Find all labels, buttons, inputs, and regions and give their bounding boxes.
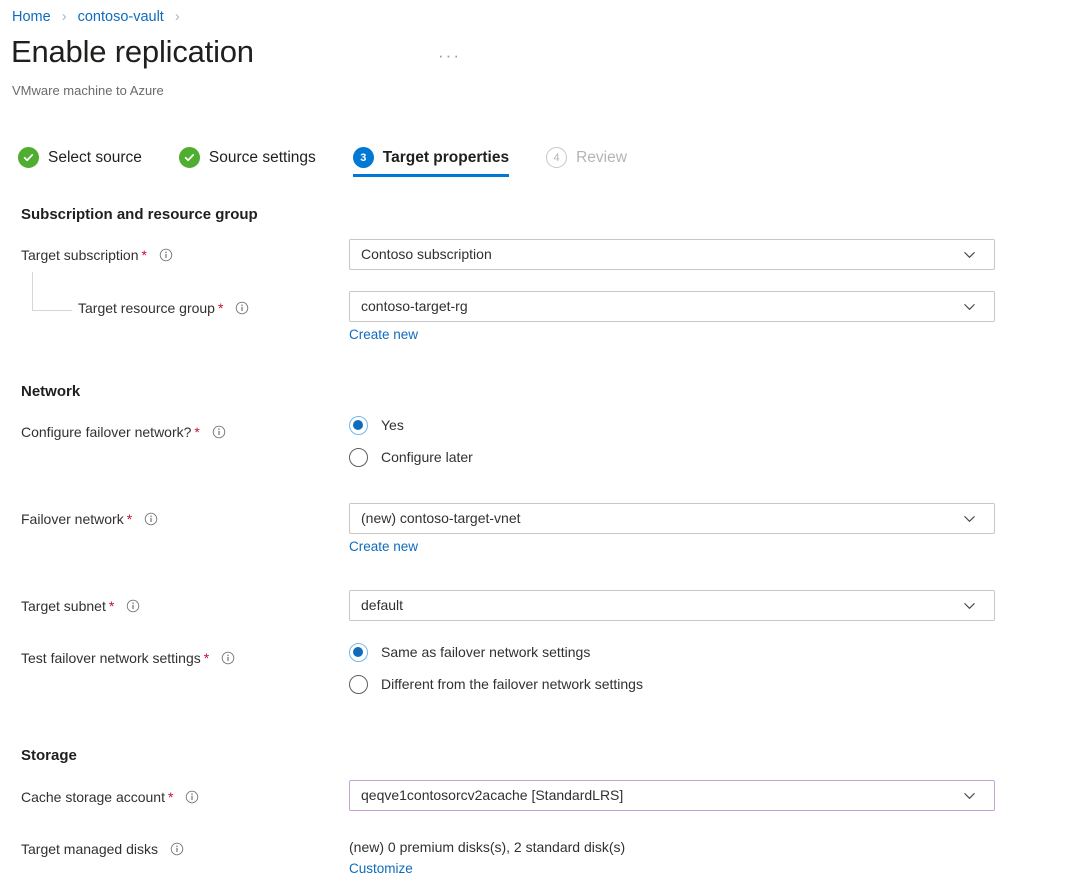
breadcrumb-item-home[interactable]: Home (12, 9, 51, 25)
target-subscription-dropdown[interactable]: Contoso subscription (349, 239, 995, 270)
check-circle-icon (179, 147, 200, 168)
dropdown-value: qeqve1contosorcv2acache [StandardLRS] (361, 786, 962, 805)
label-text: Target subscription (21, 247, 139, 263)
dropdown-value: (new) contoso-target-vnet (361, 509, 962, 528)
label-target-resource-group: Target resource group* (78, 298, 249, 318)
label-text: Test failover network settings (21, 650, 201, 666)
radio-label: Yes (381, 415, 404, 435)
radio-label: Configure later (381, 447, 473, 467)
chevron-down-icon (962, 598, 977, 613)
radio-label: Different from the failover network sett… (381, 674, 643, 694)
radio-option-configure-later[interactable]: Configure later (349, 441, 473, 473)
target-managed-disks-value: (new) 0 premium disks(s), 2 standard dis… (349, 837, 625, 857)
radio-button-icon (349, 448, 368, 467)
breadcrumb-separator-icon: › (175, 9, 180, 25)
target-subnet-dropdown[interactable]: default (349, 590, 995, 621)
step-number-badge: 4 (546, 147, 567, 168)
label-target-managed-disks: Target managed disks (21, 839, 184, 859)
tab-label: Select source (48, 147, 142, 168)
section-heading-storage: Storage (21, 746, 77, 766)
radio-option-same-as-failover[interactable]: Same as failover network settings (349, 636, 643, 668)
label-failover-network: Failover network* (21, 509, 158, 529)
label-target-subscription: Target subscription* (21, 245, 173, 265)
check-circle-icon (18, 147, 39, 168)
label-configure-failover-network: Configure failover network?* (21, 422, 226, 442)
info-icon[interactable] (221, 651, 235, 665)
tab-source-settings[interactable]: Source settings (179, 147, 316, 177)
label-text: Target resource group (78, 300, 215, 316)
required-asterisk: * (109, 598, 114, 614)
section-heading-network: Network (21, 382, 80, 402)
more-options-icon[interactable]: ··· (438, 47, 461, 64)
create-new-resource-group-link[interactable]: Create new (349, 325, 418, 344)
hierarchy-connector (32, 272, 72, 311)
label-target-subnet: Target subnet* (21, 596, 140, 616)
radio-label: Same as failover network settings (381, 642, 590, 662)
label-cache-storage-account: Cache storage account* (21, 787, 199, 807)
required-asterisk: * (142, 247, 147, 263)
label-text: Cache storage account (21, 789, 165, 805)
info-icon[interactable] (235, 301, 249, 315)
required-asterisk: * (218, 300, 223, 316)
info-icon[interactable] (170, 842, 184, 856)
radio-button-icon (349, 675, 368, 694)
info-icon[interactable] (185, 790, 199, 804)
breadcrumb-item-contoso-vault[interactable]: contoso-vault (78, 9, 164, 25)
radio-option-yes[interactable]: Yes (349, 409, 473, 441)
radio-button-icon (349, 643, 368, 662)
info-icon[interactable] (126, 599, 140, 613)
configure-failover-network-radio-group: Yes Configure later (349, 409, 473, 473)
label-test-failover-network-settings: Test failover network settings* (21, 648, 235, 668)
radio-button-icon (349, 416, 368, 435)
step-number-badge: 3 (353, 147, 374, 168)
chevron-down-icon (962, 511, 977, 526)
info-icon[interactable] (159, 248, 173, 262)
page-title: Enable replication (11, 32, 254, 72)
tab-label: Target properties (383, 147, 509, 168)
label-text: Configure failover network? (21, 424, 191, 440)
chevron-down-icon (962, 299, 977, 314)
page-subtitle: VMware machine to Azure (12, 82, 164, 100)
required-asterisk: * (194, 424, 199, 440)
test-failover-network-settings-radio-group: Same as failover network settings Differ… (349, 636, 643, 700)
failover-network-dropdown[interactable]: (new) contoso-target-vnet (349, 503, 995, 534)
target-resource-group-dropdown[interactable]: contoso-target-rg (349, 291, 995, 322)
tab-review[interactable]: 4 Review (546, 147, 627, 177)
dropdown-value: contoso-target-rg (361, 297, 962, 316)
required-asterisk: * (168, 789, 173, 805)
tab-target-properties[interactable]: 3 Target properties (353, 147, 509, 177)
required-asterisk: * (204, 650, 209, 666)
customize-disks-link[interactable]: Customize (349, 859, 413, 878)
tab-label: Review (576, 147, 627, 168)
active-tab-underline (353, 174, 509, 177)
dropdown-value: default (361, 596, 962, 615)
create-new-failover-network-link[interactable]: Create new (349, 537, 418, 556)
tab-select-source[interactable]: Select source (18, 147, 142, 177)
radio-option-different-from-failover[interactable]: Different from the failover network sett… (349, 668, 643, 700)
section-heading-subscription: Subscription and resource group (21, 205, 258, 225)
required-asterisk: * (127, 511, 132, 527)
breadcrumb: Home › contoso-vault › (12, 7, 187, 27)
info-icon[interactable] (144, 512, 158, 526)
chevron-down-icon (962, 788, 977, 803)
tab-label: Source settings (209, 147, 316, 168)
cache-storage-account-dropdown[interactable]: qeqve1contosorcv2acache [StandardLRS] (349, 780, 995, 811)
dropdown-value: Contoso subscription (361, 245, 962, 264)
label-text: Target subnet (21, 598, 106, 614)
chevron-down-icon (962, 247, 977, 262)
label-text: Failover network (21, 511, 124, 527)
label-text: Target managed disks (21, 841, 158, 857)
info-icon[interactable] (212, 425, 226, 439)
wizard-steps: Select source Source settings 3 Target p… (18, 147, 627, 177)
breadcrumb-separator-icon: › (62, 9, 67, 25)
